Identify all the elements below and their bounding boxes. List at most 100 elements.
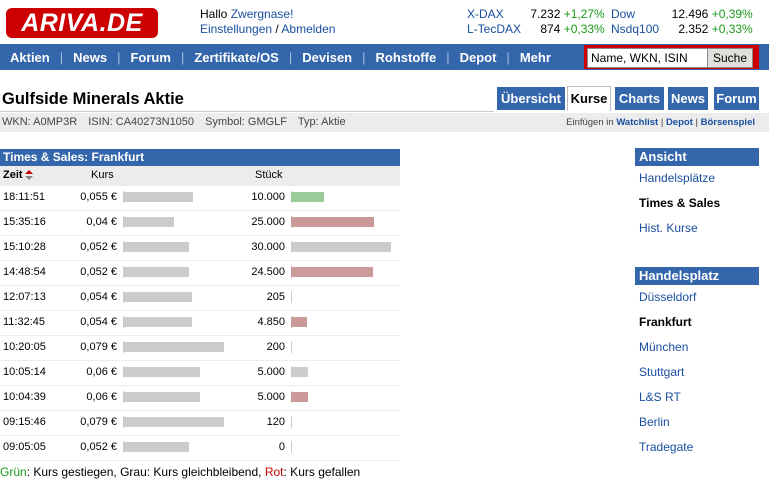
security-ids: WKN: A0MP3R ISIN: CA40273N1050 Symbol: G… — [2, 116, 354, 128]
table-row: 14:48:54 0,052 € 24.500 — [0, 261, 400, 286]
price-bar — [123, 317, 192, 327]
legend-green-word: Grün — [0, 465, 27, 479]
sidebar-item-hist-kurse[interactable]: Hist. Kurse — [635, 216, 759, 241]
price-bar — [123, 442, 189, 452]
nav-item-depot[interactable]: Depot — [450, 50, 507, 65]
cell-qty: 200 — [266, 341, 285, 353]
index-nsdq100[interactable]: Nsdq100 2.352 +0,33% — [611, 22, 753, 37]
tab-news[interactable]: News — [668, 87, 708, 110]
nav-item-aktien[interactable]: Aktien — [0, 50, 60, 65]
cell-price: 0,054 € — [80, 291, 117, 303]
logo-text[interactable]: ARIVA.DE — [6, 8, 158, 38]
col-time-label[interactable]: Zeit — [3, 169, 23, 181]
index-xdax[interactable]: X-DAX 7.232 +1,27% — [467, 7, 605, 22]
qty-bar — [291, 292, 292, 302]
price-bar — [123, 417, 224, 427]
cell-price: 0,079 € — [80, 416, 117, 428]
sidebar-item-l-s-rt[interactable]: L&S RT — [635, 385, 759, 410]
nav-item-forum[interactable]: Forum — [120, 50, 180, 65]
tab-übersicht[interactable]: Übersicht — [497, 87, 565, 110]
search-input[interactable] — [587, 48, 709, 68]
page-title: Gulfside Minerals Aktie — [2, 90, 184, 108]
table-row: 10:05:14 0,06 € 5.000 — [0, 361, 400, 386]
sidebar-item-berlin[interactable]: Berlin — [635, 410, 759, 435]
sidebar-item-handelsplätze[interactable]: Handelsplätze — [635, 166, 759, 191]
cell-price: 0,052 € — [80, 266, 117, 278]
tab-charts[interactable]: Charts — [615, 87, 664, 110]
qty-bar — [291, 367, 308, 377]
price-bar — [123, 192, 193, 202]
index-name[interactable]: X-DAX — [467, 7, 527, 22]
nav-item-mehr[interactable]: Mehr — [510, 50, 561, 65]
sidebar-item-tradegate[interactable]: Tradegate — [635, 435, 759, 460]
cell-time: 14:48:54 — [3, 266, 46, 278]
cell-time: 12:07:13 — [3, 291, 46, 303]
user-greeting: Hallo Zwergnase! Einstellungen / Abmelde… — [200, 7, 335, 37]
boersenspiel-link[interactable]: Börsenspiel — [701, 117, 755, 128]
qty-bar — [291, 392, 308, 402]
cell-time: 09:15:46 — [3, 416, 46, 428]
tab-kurse[interactable]: Kurse — [567, 86, 611, 111]
cell-time: 18:11:51 — [3, 191, 46, 203]
nav-item-devisen[interactable]: Devisen — [292, 50, 362, 65]
sidebar-handelsplatz: Handelsplatz Düsseldorf Frankfurt München S… — [635, 267, 759, 460]
cell-qty: 25.000 — [251, 216, 285, 228]
price-bar — [123, 367, 200, 377]
index-dow[interactable]: Dow 12.496 +0,39% — [611, 7, 753, 22]
price-bar — [123, 242, 189, 252]
sidebar-handelsplatz-title: Handelsplatz — [635, 267, 759, 285]
index-name[interactable]: Dow — [611, 7, 661, 22]
table-header: Zeit Kurs Stück — [0, 166, 400, 186]
cell-price: 0,06 € — [86, 391, 117, 403]
depot-link[interactable]: Depot — [666, 117, 693, 128]
link-separator: | — [660, 117, 664, 128]
nav-items: Aktien | News | Forum | Zertifikate/OS | Devisen… — [0, 44, 561, 70]
cell-time: 11:32:45 — [3, 316, 46, 328]
qty-bar — [291, 267, 373, 277]
isin-label: ISIN: CA40273N1050 — [88, 116, 195, 128]
sidebar-item-münchen[interactable]: München — [635, 335, 759, 360]
index-value: 7.232 — [530, 7, 561, 21]
search-button[interactable]: Suche — [707, 48, 753, 68]
settings-link[interactable]: Einstellungen — [200, 22, 272, 36]
col-time-header[interactable]: Zeit — [3, 169, 33, 181]
table-row: 09:05:05 0,052 € 0 — [0, 436, 400, 461]
watchlist-link[interactable]: Watchlist — [616, 117, 658, 128]
index-name[interactable]: L-TecDAX — [467, 22, 527, 37]
ariva-logo[interactable]: ARIVA.DE — [6, 8, 158, 38]
cell-time: 15:10:28 — [3, 241, 46, 253]
index-ticker-left: X-DAX 7.232 +1,27% L-TecDAX 874 +0,33% — [467, 7, 605, 37]
qty-bar — [291, 217, 374, 227]
legend-green-text: : Kurs gestiegen, Grau: Kurs gleichbleib… — [26, 465, 265, 479]
times-sales-header: Times & Sales: Frankfurt — [0, 149, 400, 166]
sidebar-item-times-sales: Times & Sales — [639, 196, 721, 210]
username-link[interactable]: Zwergnase! — [231, 7, 294, 21]
sidebar-item-frankfurt: Frankfurt — [639, 315, 692, 329]
col-qty-header: Stück — [255, 169, 283, 181]
sidebar-item-düsseldorf[interactable]: Düsseldorf — [635, 285, 759, 310]
index-ticker-right: Dow 12.496 +0,39% Nsdq100 2.352 +0,33% — [611, 7, 753, 37]
nav-item-zertifikate-os[interactable]: Zertifikate/OS — [184, 50, 289, 65]
logout-link[interactable]: Abmelden — [281, 22, 335, 36]
cell-price: 0,054 € — [80, 316, 117, 328]
security-meta-bar: WKN: A0MP3R ISIN: CA40273N1050 Symbol: G… — [0, 113, 769, 132]
tab-forum[interactable]: Forum — [714, 87, 759, 110]
table-row: 09:15:46 0,079 € 120 — [0, 411, 400, 436]
symbol-label: Symbol: GMGLF — [205, 116, 288, 128]
qty-bar-axis — [291, 416, 292, 428]
price-bar — [123, 342, 224, 352]
index-name[interactable]: Nsdq100 — [611, 22, 661, 37]
type-label: Typ: Aktie — [297, 116, 346, 128]
qty-bar — [291, 342, 292, 352]
nav-item-rohstoffe[interactable]: Rohstoffe — [366, 50, 447, 65]
cell-price: 0,06 € — [86, 366, 117, 378]
nav-item-news[interactable]: News — [63, 50, 117, 65]
title-divider — [0, 111, 494, 112]
index-ltecdax[interactable]: L-TecDAX 874 +0,33% — [467, 22, 605, 37]
sidebar-item-stuttgart[interactable]: Stuttgart — [635, 360, 759, 385]
table-row: 15:10:28 0,052 € 30.000 — [0, 236, 400, 261]
sort-icon[interactable] — [24, 170, 33, 181]
index-value: 12.496 — [671, 7, 709, 21]
cell-qty: 5.000 — [257, 391, 285, 403]
index-value: 874 — [540, 22, 561, 36]
